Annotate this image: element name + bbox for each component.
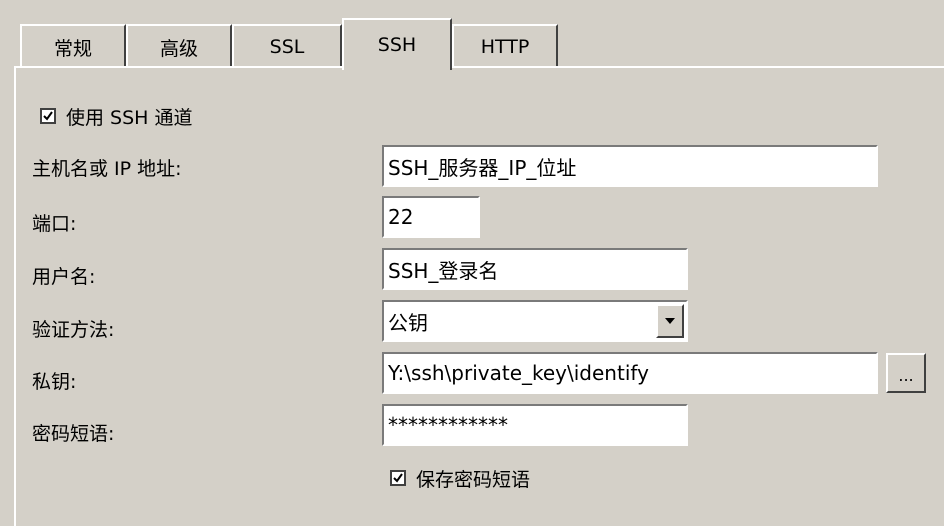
ssh-settings-panel [14, 66, 944, 526]
auth-method-value: 公钥 [388, 310, 428, 335]
tab-http-label: HTTP [480, 36, 530, 58]
use-ssh-checkbox[interactable] [40, 108, 56, 124]
tab-bar: 常规 高级 SSL SSH HTTP [20, 18, 944, 70]
tab-ssl[interactable]: SSL [232, 24, 342, 68]
tab-general-label: 常规 [53, 37, 92, 60]
passphrase-label: 密码短语: [32, 423, 115, 445]
save-passphrase-label[interactable]: 保存密码短语 [416, 465, 530, 492]
passphrase-value: ************ [388, 413, 508, 437]
tab-ssh-label: SSH [377, 34, 417, 56]
use-ssh-label[interactable]: 使用 SSH 通道 [66, 103, 193, 130]
private-key-label: 私钥: [32, 371, 77, 393]
tab-advanced[interactable]: 高级 [126, 24, 232, 68]
host-value: SSH_服务器_IP_位址 [388, 155, 577, 180]
browse-button-label: ... [898, 366, 914, 385]
dropdown-button[interactable] [656, 304, 684, 338]
checkmark-icon [393, 473, 403, 483]
host-input[interactable]: SSH_服务器_IP_位址 [382, 145, 878, 187]
tab-general[interactable]: 常规 [20, 24, 126, 68]
port-value: 22 [388, 205, 414, 229]
host-label: 主机名或 IP 地址: [32, 158, 182, 180]
port-input[interactable]: 22 [382, 196, 480, 238]
tab-advanced-label: 高级 [159, 37, 198, 60]
port-label: 端口: [32, 213, 77, 235]
tab-ssl-label: SSL [269, 36, 305, 58]
username-value: SSH_登录名 [388, 258, 499, 283]
tab-ssh[interactable]: SSH [342, 18, 452, 70]
username-label: 用户名: [32, 266, 96, 288]
browse-button[interactable]: ... [886, 353, 926, 393]
chevron-down-icon [665, 318, 675, 324]
auth-method-select[interactable]: 公钥 [382, 300, 688, 342]
private-key-value: Y:\ssh\private_key\identify [388, 361, 649, 385]
private-key-input[interactable]: Y:\ssh\private_key\identify [382, 352, 878, 394]
username-input[interactable]: SSH_登录名 [382, 248, 688, 290]
checkmark-icon [43, 111, 53, 121]
tab-http[interactable]: HTTP [452, 24, 558, 68]
passphrase-input[interactable]: ************ [382, 404, 688, 446]
save-passphrase-checkbox[interactable] [390, 470, 406, 486]
auth-method-label: 验证方法: [32, 319, 115, 341]
